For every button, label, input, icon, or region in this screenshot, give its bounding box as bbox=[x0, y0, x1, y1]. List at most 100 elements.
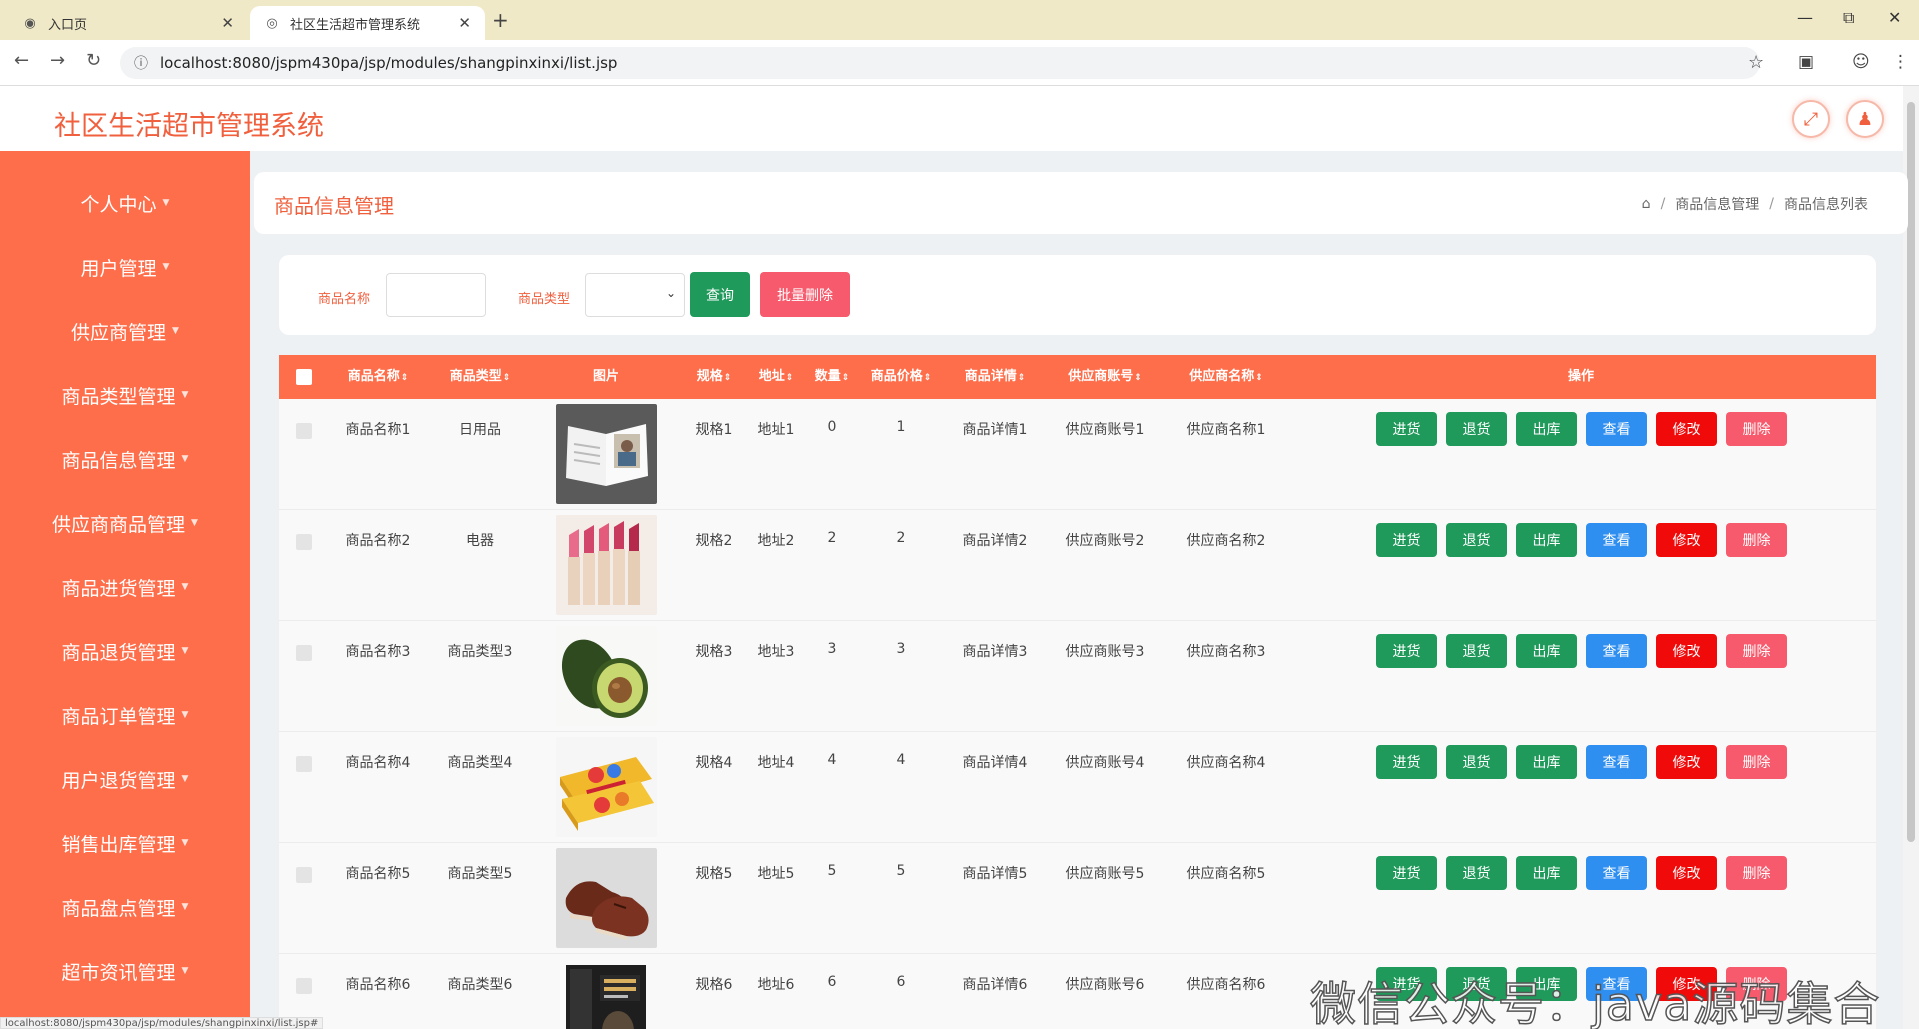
sort-icon: ⇕ bbox=[1134, 373, 1142, 383]
row-checkbox[interactable] bbox=[296, 978, 312, 994]
bookmark-star-icon[interactable]: ☆ bbox=[1748, 52, 1764, 73]
breadcrumb-item[interactable]: 商品信息管理 bbox=[1675, 194, 1759, 214]
column-header[interactable]: 规格⇕ bbox=[697, 355, 732, 399]
sidebar-item-product-types[interactable]: 商品类型管理 ▼ bbox=[0, 375, 250, 415]
return-button[interactable]: 退货 bbox=[1446, 412, 1507, 446]
cell-price: 6 bbox=[896, 974, 906, 990]
edit-button[interactable]: 修改 bbox=[1656, 412, 1717, 446]
edit-button[interactable]: 修改 bbox=[1656, 634, 1717, 668]
back-icon[interactable]: ← bbox=[14, 50, 29, 71]
return-button[interactable]: 退货 bbox=[1446, 523, 1507, 557]
outbound-button[interactable]: 出库 bbox=[1516, 412, 1577, 446]
sidebar-item-label: 销售出库管理 bbox=[61, 833, 176, 856]
sidebar-item-orders[interactable]: 商品订单管理 ▼ bbox=[0, 695, 250, 735]
fullscreen-icon[interactable]: ⤢ bbox=[1792, 100, 1830, 138]
forward-icon[interactable]: → bbox=[50, 50, 65, 71]
row-checkbox[interactable] bbox=[296, 645, 312, 661]
view-button[interactable]: 查看 bbox=[1586, 634, 1647, 668]
sidebar-item-user-returns[interactable]: 用户退货管理 ▼ bbox=[0, 759, 250, 799]
outbound-button[interactable]: 出库 bbox=[1516, 745, 1577, 779]
product-type-select[interactable]: ⌄ bbox=[585, 273, 685, 317]
cell-supplier-account: 供应商账号6 bbox=[1065, 977, 1145, 993]
cell-supplier-account: 供应商账号2 bbox=[1065, 533, 1145, 549]
delete-button[interactable]: 删除 bbox=[1726, 523, 1787, 557]
edit-button[interactable]: 修改 bbox=[1656, 856, 1717, 890]
select-all-checkbox[interactable] bbox=[296, 369, 312, 385]
purchase-button[interactable]: 进货 bbox=[1376, 412, 1437, 446]
column-header: 操作 bbox=[1567, 369, 1595, 384]
sidebar-item-product-info[interactable]: 商品信息管理 ▼ bbox=[0, 439, 250, 479]
row-checkbox[interactable] bbox=[296, 534, 312, 550]
close-tab-icon[interactable]: ✕ bbox=[458, 14, 471, 32]
batch-delete-button[interactable]: 批量删除 bbox=[760, 272, 850, 317]
outbound-button[interactable]: 出库 bbox=[1516, 634, 1577, 668]
caret-down-icon: ▼ bbox=[172, 326, 179, 336]
column-header[interactable]: 商品名称⇕ bbox=[348, 355, 409, 399]
purchase-button[interactable]: 进货 bbox=[1376, 634, 1437, 668]
edit-button[interactable]: 修改 bbox=[1656, 745, 1717, 779]
sidebar-item-sales-outbound[interactable]: 销售出库管理 ▼ bbox=[0, 823, 250, 863]
sidebar-item-suppliers[interactable]: 供应商管理 ▼ bbox=[0, 311, 250, 351]
column-header[interactable]: 供应商账号⇕ bbox=[1068, 355, 1142, 399]
row-checkbox[interactable] bbox=[296, 756, 312, 772]
query-button[interactable]: 查询 bbox=[690, 272, 750, 317]
sidebar-item-inventory[interactable]: 商品盘点管理 ▼ bbox=[0, 887, 250, 927]
purchase-button[interactable]: 进货 bbox=[1376, 523, 1437, 557]
view-button[interactable]: 查看 bbox=[1586, 745, 1647, 779]
cell-address: 地址3 bbox=[757, 644, 795, 660]
address-bar[interactable]: ⓘ localhost:8080/jspm430pa/jsp/modules/s… bbox=[120, 47, 1760, 79]
sidebar-item-users[interactable]: 用户管理 ▼ bbox=[0, 247, 250, 287]
edit-button[interactable]: 修改 bbox=[1656, 523, 1717, 557]
close-window-icon[interactable]: ✕ bbox=[1888, 8, 1901, 27]
row-checkbox[interactable] bbox=[296, 423, 312, 439]
product-name-input[interactable] bbox=[386, 273, 486, 317]
column-header[interactable]: 数量⇕ bbox=[815, 355, 850, 399]
caret-down-icon: ▼ bbox=[162, 198, 170, 208]
sidebar-item-supplier-products[interactable]: 供应商商品管理 ▼ bbox=[0, 503, 250, 543]
view-button[interactable]: 查看 bbox=[1586, 412, 1647, 446]
column-header[interactable]: 商品详情⇕ bbox=[965, 355, 1026, 399]
page-header-card: 商品信息管理 ⌂ / 商品信息管理 / 商品信息列表 bbox=[254, 172, 1908, 234]
cell-supplier-name: 供应商名称5 bbox=[1186, 866, 1266, 882]
cell-quantity: 0 bbox=[827, 419, 837, 435]
outbound-button[interactable]: 出库 bbox=[1516, 856, 1577, 890]
column-header[interactable]: 商品类型⇕ bbox=[450, 355, 511, 399]
browser-tab-entry[interactable]: ◉ 入口页 ✕ bbox=[8, 6, 248, 40]
purchase-button[interactable]: 进货 bbox=[1376, 745, 1437, 779]
row-checkbox[interactable] bbox=[296, 867, 312, 883]
chevron-down-icon: ⌄ bbox=[665, 286, 676, 300]
outbound-button[interactable]: 出库 bbox=[1516, 523, 1577, 557]
return-button[interactable]: 退货 bbox=[1446, 856, 1507, 890]
delete-button[interactable]: 删除 bbox=[1726, 634, 1787, 668]
return-button[interactable]: 退货 bbox=[1446, 634, 1507, 668]
view-button[interactable]: 查看 bbox=[1586, 523, 1647, 557]
browser-tab-active[interactable]: ◎ 社区生活超市管理系统 ✕ bbox=[250, 6, 485, 40]
column-header[interactable]: 商品价格⇕ bbox=[871, 355, 932, 399]
delete-button[interactable]: 删除 bbox=[1726, 745, 1787, 779]
restore-icon[interactable]: ⧉ bbox=[1843, 8, 1854, 28]
user-avatar-icon[interactable]: ♟ bbox=[1846, 100, 1884, 138]
sidebar-item-personal-center[interactable]: 个人中心 ▼ bbox=[0, 183, 250, 223]
view-button[interactable]: 查看 bbox=[1586, 856, 1647, 890]
menu-kebab-icon[interactable]: ⋮ bbox=[1892, 52, 1909, 72]
new-tab-icon[interactable]: + bbox=[492, 8, 509, 32]
return-button[interactable]: 退货 bbox=[1446, 745, 1507, 779]
site-info-icon[interactable]: ⓘ bbox=[134, 53, 148, 73]
close-tab-icon[interactable]: ✕ bbox=[221, 14, 234, 32]
profile-icon[interactable]: ☺ bbox=[1852, 52, 1870, 72]
sidebar-item-product-returns[interactable]: 商品退货管理 ▼ bbox=[0, 631, 250, 671]
column-header[interactable]: 地址⇕ bbox=[759, 355, 794, 399]
reload-icon[interactable]: ↻ bbox=[86, 50, 101, 71]
sort-icon: ⇕ bbox=[923, 373, 932, 383]
home-icon[interactable]: ⌂ bbox=[1642, 196, 1651, 212]
minimize-icon[interactable]: — bbox=[1797, 8, 1813, 27]
cell-quantity: 6 bbox=[827, 974, 837, 990]
delete-button[interactable]: 删除 bbox=[1726, 412, 1787, 446]
tab-search-icon[interactable]: ▣ bbox=[1798, 52, 1814, 72]
sidebar-item-purchasing[interactable]: 商品进货管理 ▼ bbox=[0, 567, 250, 607]
sidebar-item-news[interactable]: 超市资讯管理 ▼ bbox=[0, 951, 250, 991]
column-header[interactable]: 供应商名称⇕ bbox=[1189, 355, 1263, 399]
delete-button[interactable]: 删除 bbox=[1726, 856, 1787, 890]
scrollbar-thumb[interactable] bbox=[1907, 102, 1915, 842]
purchase-button[interactable]: 进货 bbox=[1376, 856, 1437, 890]
